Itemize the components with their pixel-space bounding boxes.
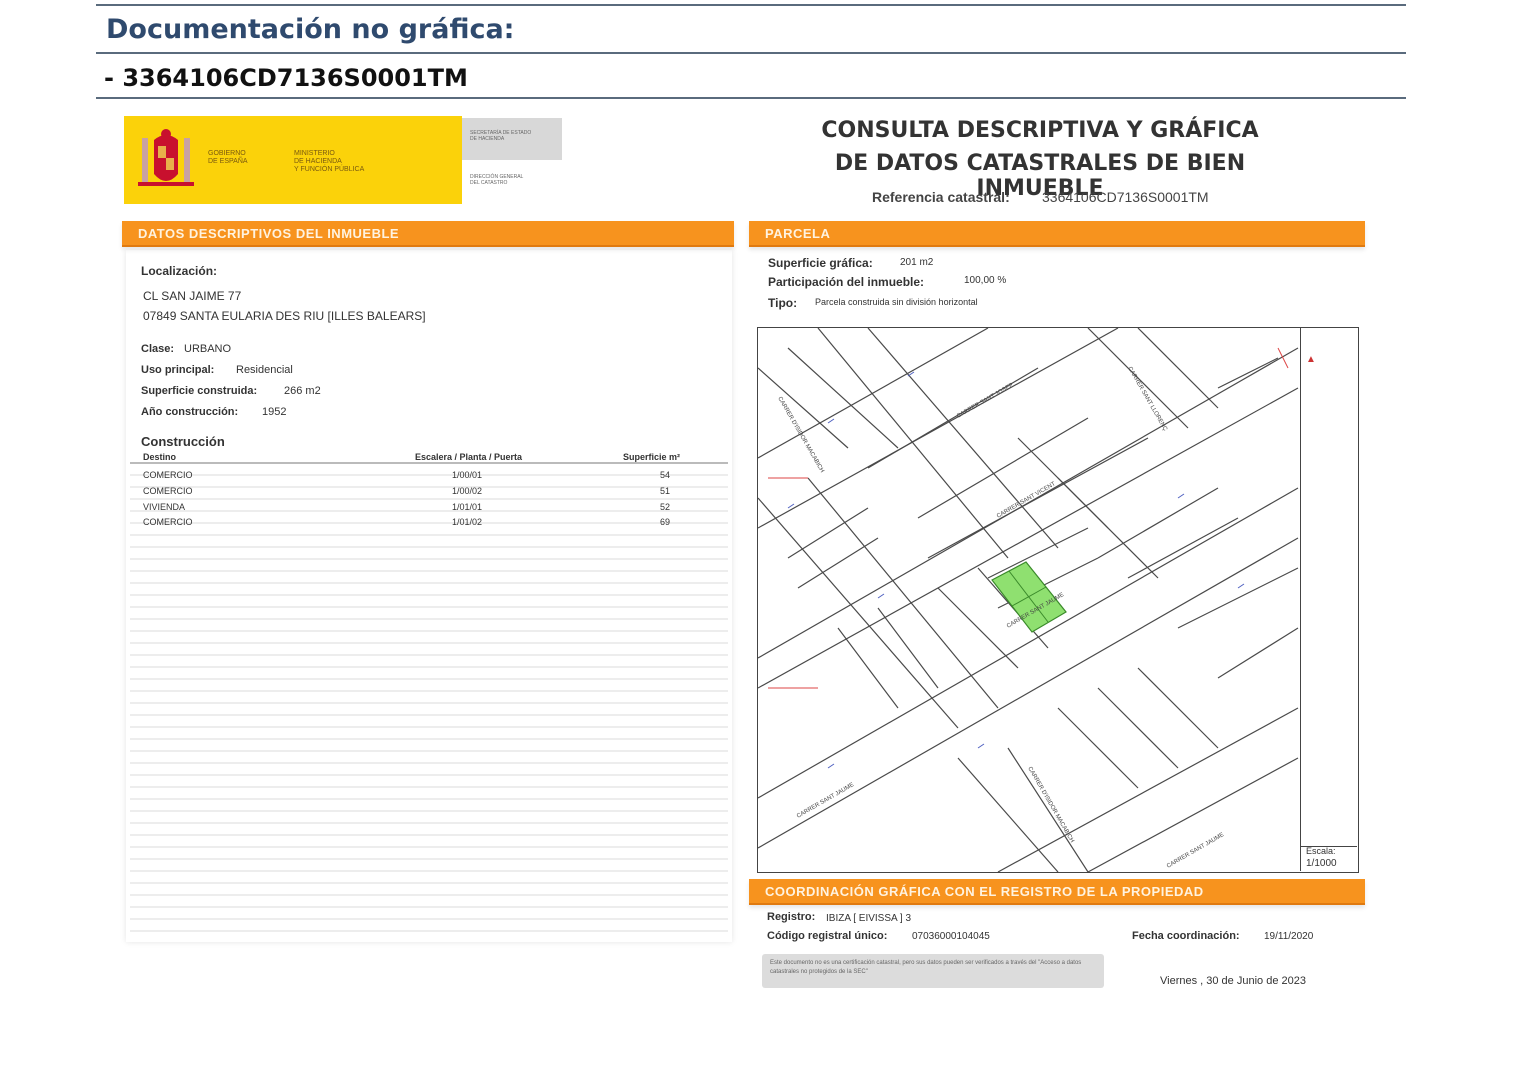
location-label: Localización:: [141, 264, 218, 278]
street-label: CARRER D'ISIDOR MACABICH: [1026, 766, 1074, 844]
coordination-section-bar: COORDINACIÓN GRÁFICA CON EL REGISTRO DE …: [749, 879, 1365, 905]
construction-label: Construcción: [141, 434, 225, 449]
class-value: URBANO: [184, 343, 232, 355]
use-label: Uso principal:: [141, 364, 215, 376]
row-superficie: 52: [660, 502, 671, 512]
row-superficie: 69: [660, 517, 671, 527]
government-logo: GOBIERNO DE ESPAÑA MINISTERIO DE HACIEND…: [124, 116, 462, 204]
row-superficie: 54: [660, 470, 671, 480]
participation-label: Participación del inmueble:: [768, 275, 925, 289]
graphic-area-label: Superficie gráfica:: [768, 256, 873, 270]
construction-table-body: [130, 464, 728, 938]
registry-label: Registro:: [767, 911, 816, 923]
issue-date: Viernes , 30 de Junio de 2023: [1160, 975, 1306, 987]
page-title: Documentación no gráfica:: [106, 14, 515, 45]
street-label: CARRER SANT JAUME: [1166, 832, 1225, 870]
map-drawing: CARRER SANT JAUME CARRER SANT JAUME CARRER…: [758, 328, 1299, 872]
year-label: Año construcción:: [141, 406, 239, 418]
scale-label: Escala:: [1306, 846, 1336, 856]
address-line1: CL SAN JAIME 77: [143, 289, 242, 303]
built-area-value: 266 m2: [284, 385, 321, 397]
registry-code-label: Código registral único:: [767, 930, 888, 942]
street-label: CARRER D'ISIDOR MACABICH: [776, 396, 824, 474]
graphic-area-value: 201 m2: [900, 257, 934, 268]
row-destino: COMERCIO: [143, 517, 193, 527]
direction-line2: DEL CATASTRO: [470, 180, 508, 186]
document-title-line2: DE DATOS CATASTRALES DE BIEN INMUEBLE: [834, 151, 1246, 201]
scale-value: 1/1000: [1306, 858, 1337, 869]
descriptive-section-title: DATOS DESCRIPTIVOS DEL INMUEBLE: [138, 226, 400, 241]
registry-value: IBIZA [ EIVISSA ] 3: [826, 913, 912, 924]
row-destino: COMERCIO: [143, 470, 193, 480]
cadastral-map[interactable]: CARRER SANT JAUME CARRER SANT JAUME CARRER…: [757, 327, 1359, 873]
type-label: Tipo:: [768, 296, 798, 310]
table-header-planta: Escalera / Planta / Puerta: [415, 452, 523, 462]
gov-name-line1: GOBIERNO: [208, 150, 246, 157]
table-header-superficie: Superficie m²: [623, 452, 681, 462]
ministry-line3: Y FUNCIÓN PÚBLICA: [294, 166, 365, 173]
coat-of-arms-icon: [138, 129, 194, 186]
participation-value: 100,00 %: [964, 275, 1007, 286]
row-destino: VIVIENDA: [143, 502, 186, 512]
ministry-line1: MINISTERIO: [294, 150, 335, 157]
row-destino: COMERCIO: [143, 486, 193, 496]
year-value: 1952: [262, 406, 287, 418]
row-planta: 1/00/01: [452, 470, 483, 480]
title-rule: [96, 52, 1406, 54]
top-rule: [96, 4, 1406, 6]
secretariat-line2: DE HACIENDA: [470, 136, 505, 142]
row-superficie: 51: [660, 486, 671, 496]
ministry-line2: DE HACIENDA: [294, 158, 342, 165]
map-legend-divider: [1300, 328, 1301, 871]
disclaimer-text: Este documento no es una certificación c…: [770, 960, 1082, 975]
secretariat-box: SECRETARÍA DE ESTADO DE HACIENDA: [462, 118, 562, 160]
cadastral-ref-label: Referencia catastral:: [872, 189, 1010, 205]
document-title-line1: CONSULTA DESCRIPTIVA Y GRÁFICA: [821, 118, 1259, 143]
street-label: CARRER SANT LLORENÇ: [1126, 366, 1168, 433]
street-label: CARRER SANT JOSEP: [956, 382, 1015, 419]
table-header-destino: Destino: [143, 452, 177, 462]
coordination-section-title: COORDINACIÓN GRÁFICA CON EL REGISTRO DE …: [765, 884, 1204, 899]
class-label: Clase:: [141, 343, 175, 355]
row-planta: 1/01/02: [452, 517, 483, 527]
disclaimer-box: Este documento no es una certificación c…: [762, 954, 1104, 988]
north-arrow-icon: ▲: [1306, 354, 1316, 365]
type-value: Parcela construida sin división horizont…: [815, 297, 978, 307]
coordination-date-label: Fecha coordinación:: [1132, 930, 1240, 942]
coordination-date-value: 19/11/2020: [1264, 931, 1314, 942]
use-value: Residencial: [236, 364, 293, 376]
row-planta: 1/01/01: [452, 502, 483, 512]
reference-heading: - 3364106CD7136S0001TM: [104, 64, 468, 92]
cadastral-ref-value: 3364106CD7136S0001TM: [1042, 189, 1209, 205]
registry-code-value: 07036000104045: [912, 931, 990, 942]
parcel-section-title: PARCELA: [765, 226, 831, 241]
descriptive-section-bar: DATOS DESCRIPTIVOS DEL INMUEBLE: [122, 221, 734, 247]
row-planta: 1/00/02: [452, 486, 483, 496]
construction-table-rule: [130, 462, 728, 464]
street-label: CARRER SANT JAUME: [796, 782, 855, 820]
parcel-section-bar: PARCELA: [749, 221, 1365, 247]
reference-rule: [96, 97, 1406, 99]
built-area-label: Superficie construida:: [141, 385, 258, 397]
address-line2: 07849 SANTA EULARIA DES RIU [ILLES BALEA…: [143, 309, 426, 323]
gov-name-line2: DE ESPAÑA: [208, 158, 248, 165]
